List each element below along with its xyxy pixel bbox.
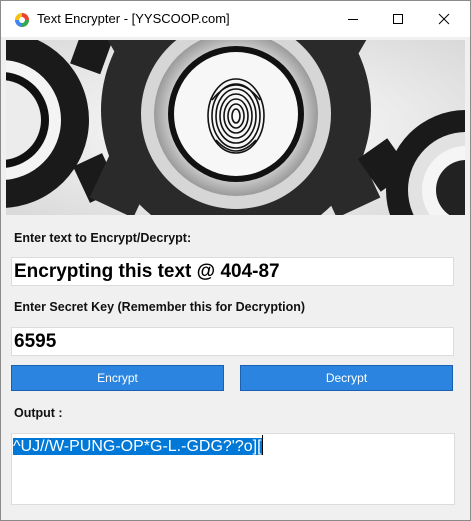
close-icon: [438, 13, 450, 25]
window-title: Text Encrypter - [YYSCOOP.com]: [37, 11, 230, 26]
close-button[interactable]: [421, 1, 467, 37]
maximize-icon: [392, 13, 404, 25]
output-label: Output :: [14, 406, 63, 420]
decrypt-button[interactable]: Decrypt: [240, 365, 453, 391]
secret-key-label: Enter Secret Key (Remember this for Decr…: [14, 300, 306, 314]
input-text-field[interactable]: [11, 257, 454, 286]
encrypt-button[interactable]: Encrypt: [11, 365, 224, 391]
text-caret: [261, 435, 263, 455]
input-text-label: Enter text to Encrypt/Decrypt:: [14, 231, 192, 245]
output-textarea[interactable]: ^UJ//W-PUNG-OP*G-L.-GDG?'?o][: [11, 433, 455, 505]
output-text: ^UJ//W-PUNG-OP*G-L.-GDG?'?o][: [13, 438, 262, 455]
minimize-button[interactable]: [330, 1, 376, 37]
title-bar[interactable]: Text Encrypter - [YYSCOOP.com]: [1, 1, 470, 37]
maximize-button[interactable]: [375, 1, 421, 37]
minimize-icon: [347, 13, 359, 25]
app-window: Text Encrypter - [YYSCOOP.com] Enter tex…: [0, 0, 471, 521]
app-logo-icon: [14, 12, 30, 28]
fingerprint-gears-image: [6, 40, 465, 215]
secret-key-field[interactable]: [11, 327, 454, 356]
